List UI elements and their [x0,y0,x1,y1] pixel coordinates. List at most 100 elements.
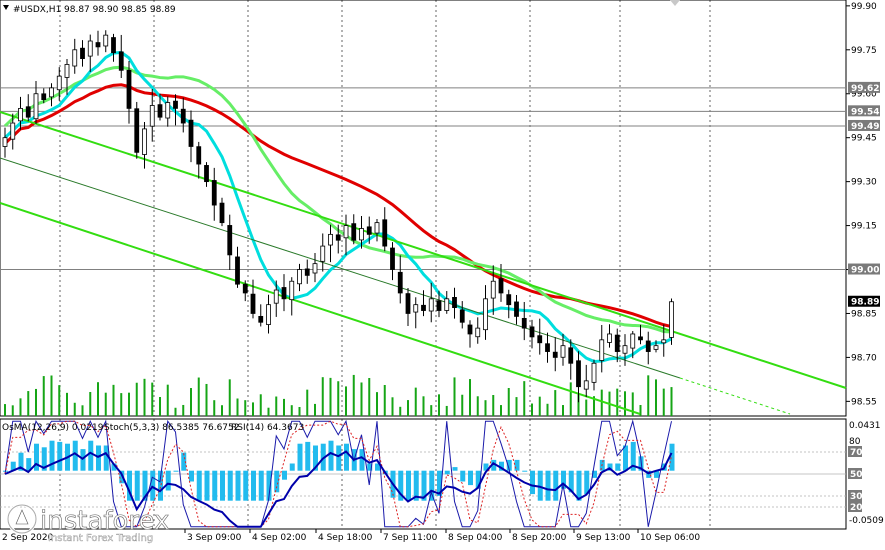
chart-header: #USDX,H1 98.87 98.90 98.85 98.89 [3,5,176,15]
candle-body [576,360,581,388]
osma-bar [212,470,218,501]
candle-body [483,298,488,331]
candle-body [227,225,233,256]
candle-body [180,108,186,124]
candle-body [514,301,519,317]
candle-body [250,293,256,314]
osma-bar [49,440,55,471]
time-tick-label: 8 Sep 20:00 [512,533,567,543]
osma-bar [88,440,94,471]
candle-body [490,280,496,299]
candle-body [118,51,124,71]
candle-body [41,93,47,101]
indicator-level-label: 20 [850,503,863,513]
osma-bar [189,470,194,482]
candle-body [529,326,535,338]
candle-body [72,49,78,67]
osma-bar [553,470,559,501]
candle-body [103,34,109,47]
candle-body [111,37,116,54]
candle-body [475,327,481,338]
main-chart-frame [0,0,847,417]
osma-bar [220,470,225,501]
candle-body [382,219,388,247]
candle-body [211,180,217,206]
candle-body [545,343,550,352]
candle-body [428,298,434,312]
price-tick-label: 99.30 [851,178,877,188]
candle-body [165,102,171,119]
candle-body [669,301,674,338]
osma-bar [444,470,450,475]
candle-body [204,165,209,183]
candle-body [630,333,636,349]
candle-body [149,105,155,127]
current-price-flag: 98.89 [848,295,880,308]
candle-body [335,234,341,241]
osma-bar [80,449,86,471]
osma-bar [57,441,63,471]
candle-body [436,300,442,311]
candle-body [444,298,450,311]
candle-body [661,339,667,344]
candle-body [351,223,357,241]
candle-body [452,297,457,309]
price-tick-label: 99.75 [851,46,877,56]
indicator-level-label: 30 [850,492,863,502]
candle-body [289,280,295,301]
level-flag-label: 99.62 [851,84,879,94]
candle-body [607,333,612,343]
candle-body [95,42,101,48]
osma-bar [282,470,287,480]
price-tick-label: 99.90 [851,2,877,12]
symbol-label: #USDX,H1 [13,5,61,15]
price-tick-label: 99.45 [851,134,877,144]
candle-body [552,351,558,358]
chart-window[interactable]: #USDX,H1 98.87 98.90 98.85 98.89 99.90 99… [0,0,885,546]
candle-body [413,304,419,313]
candle-body [506,294,512,306]
candle-body [134,108,140,153]
candle-body [397,271,403,294]
osma-bar [134,470,140,501]
osma-bar [173,470,179,472]
candle-body [242,283,248,294]
candle-body [366,226,372,235]
candle-body [196,146,202,165]
candle-body [87,40,93,57]
candle-body [405,293,411,314]
candle-body [653,345,659,350]
osma-label: OsMA(12,26,9) 0.0219 [2,423,104,433]
candle-body [2,137,8,147]
candle-body [374,222,380,234]
candle-body [258,315,264,323]
osma-bar [468,470,473,486]
indicator-level-80: 80 [849,437,861,447]
osma-bar [297,443,303,471]
candle-body [142,128,147,155]
indicator-scale-bottom: -0.0509 [849,516,884,526]
candle-body [188,119,194,147]
logo-tagline: Instant Forex Trading [48,533,153,544]
candle-body [591,362,597,383]
ohlc-label: 98.87 98.90 98.85 98.89 [64,5,176,15]
candle-body [645,340,651,352]
osma-bar [530,470,535,495]
osma-bar [514,459,520,471]
osma-bar [251,470,256,501]
current-price-label: 98.89 [851,298,879,308]
price-axis: 99.9099.7599.6099.4599.3099.1599.0098.85… [846,2,877,407]
candle-body [521,317,527,329]
candle-body [273,289,279,304]
candle-body [622,345,628,354]
osma-bar [336,445,342,471]
price-tick-label: 99.15 [851,222,877,232]
candle-body [583,380,589,390]
price-chart-canvas[interactable]: #USDX,H1 98.87 98.90 98.85 98.89 99.90 99… [0,0,885,546]
indicator-scale-top: 0.0431 [849,421,881,431]
level-flag-label: 99.54 [851,107,879,117]
time-tick-label: 4 Sep 18:00 [318,533,373,543]
candle-body [304,268,310,276]
osma-bar [344,443,349,471]
price-tick-label: 98.85 [851,309,877,319]
